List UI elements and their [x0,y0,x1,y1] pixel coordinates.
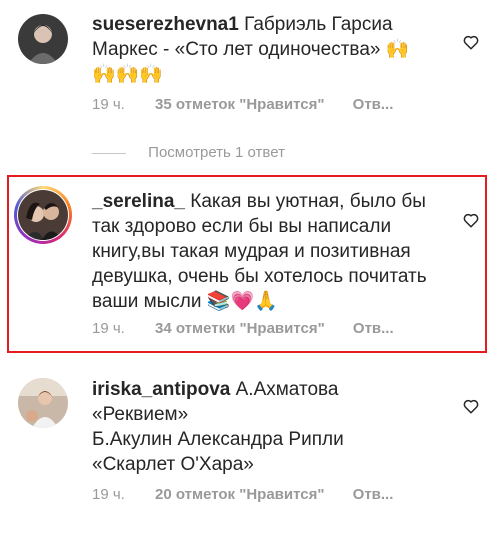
comment-meta: 19 ч. 34 отметки "Нравится" Отв... [92,320,394,337]
comment-meta: 19 ч. 35 отметок "Нравится" Отв... [92,96,393,113]
comment-body-line2: Б.Акулин Александра Рипли «Скарлет О'Хар… [92,429,344,475]
comment-likes-link[interactable]: 34 отметки "Нравится" [155,320,325,337]
comment-text: _serelina_ Какая вы уютная, было бы так … [92,189,447,314]
comment-reply-link[interactable]: Отв... [353,96,394,113]
divider-line [92,152,126,154]
view-replies-link[interactable]: Посмотреть 1 ответ [92,144,285,161]
avatar-sueserezhevna1[interactable] [18,14,68,64]
avatar-serelina [18,190,68,240]
comment-time: 19 ч. [92,486,125,503]
comment-text: iriska_antipova А.Ахматова «Реквием» Б.А… [92,377,432,477]
comment-time: 19 ч. [92,96,125,113]
comment-text: sueserezhevna1 Габриэль Гарсиа Маркес - … [92,12,432,87]
like-heart-icon[interactable] [462,33,480,51]
comment-time: 19 ч. [92,320,125,337]
comment-likes-link[interactable]: 35 отметок "Нравится" [155,96,324,113]
comment-reply-link[interactable]: Отв... [353,486,394,503]
comment-likes-link[interactable]: 20 отметок "Нравится" [155,486,324,503]
comment-username[interactable]: _serelina_ [92,191,185,212]
comment-reply-link[interactable]: Отв... [353,320,394,337]
comment-username[interactable]: iriska_antipova [92,379,230,400]
like-heart-icon[interactable] [462,397,480,415]
comment-username[interactable]: sueserezhevna1 [92,14,239,35]
story-ring[interactable] [14,186,72,244]
view-replies-label: Посмотреть 1 ответ [148,144,285,161]
like-heart-icon[interactable] [462,211,480,229]
comment-emoji: 📚💗🙏 [206,290,278,312]
comment-meta: 19 ч. 20 отметок "Нравится" Отв... [92,486,393,503]
avatar-iriska-antipova[interactable] [18,378,68,428]
